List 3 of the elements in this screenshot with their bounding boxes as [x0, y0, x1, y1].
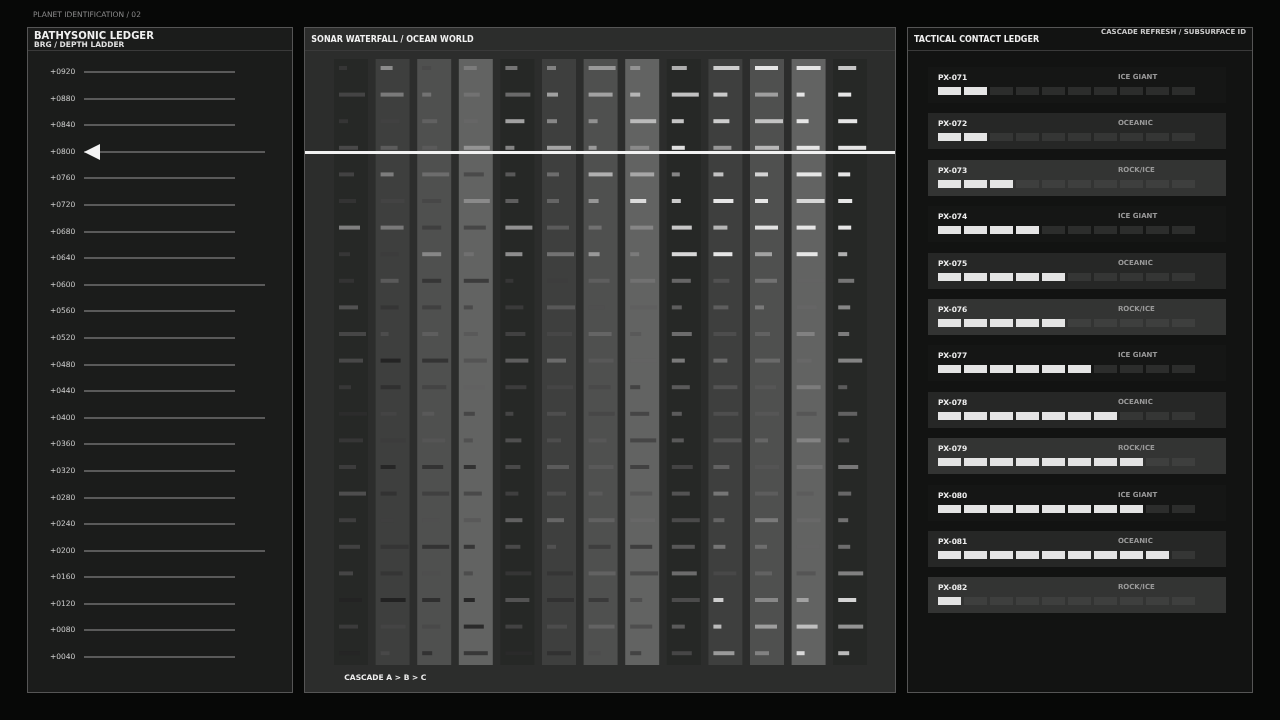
panel-title: SONAR WATERFALL / OCEAN WORLD: [311, 34, 475, 44]
panel-title: TACTICAL CONTACT LEDGER: [913, 34, 1041, 44]
panel-title: BATHYSONIC LEDGER: [34, 29, 155, 41]
